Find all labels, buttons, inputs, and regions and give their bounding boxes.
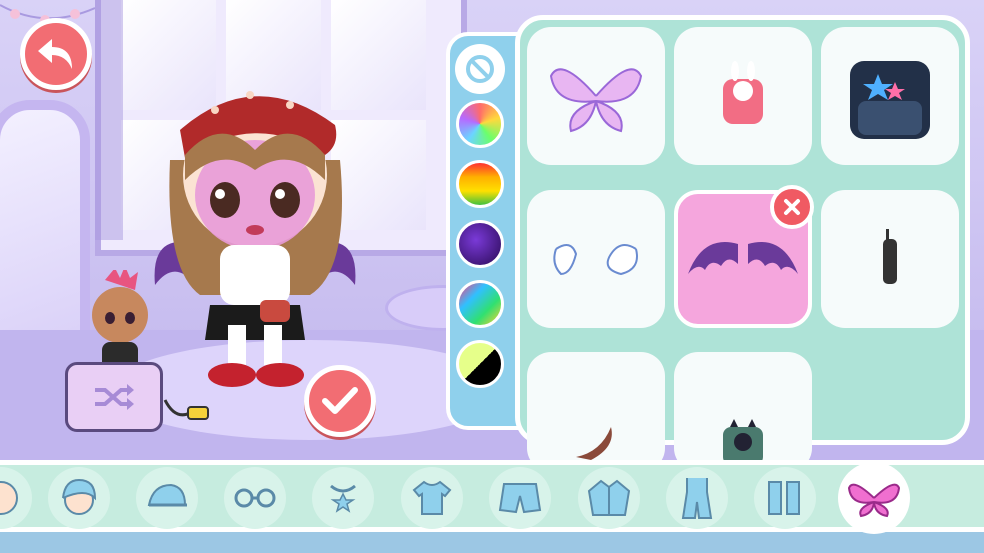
reset-icon [466,55,494,83]
jacket-icon [587,479,631,516]
back-button[interactable] [20,18,92,90]
item-bunny-backpack[interactable] [674,27,812,165]
item-fairy-wings[interactable] [527,27,665,165]
bunny-backpack-icon [723,61,763,124]
swatch-galaxy-purple[interactable] [456,220,504,268]
tab-necklace[interactable] [312,467,374,529]
item-cat-backpack[interactable] [674,352,812,472]
waist-pouch-icon [883,229,897,284]
tab-jacket[interactable] [578,467,640,529]
wings-icon [847,483,901,518]
swatch-rainbow-light[interactable] [456,100,504,148]
randomize-button[interactable] [65,362,163,432]
item-angel-wings[interactable] [527,190,665,328]
swatch-rainbow-warm[interactable] [456,160,504,208]
face-icon [0,481,18,515]
confirm-button[interactable] [304,365,376,437]
tab-hair[interactable] [48,467,110,529]
swatch-lime-black[interactable] [456,340,504,388]
tab-shorts[interactable] [489,467,551,529]
tab-wings[interactable] [838,462,910,534]
bat-wings-icon [688,242,798,274]
cap-icon [147,483,187,507]
necklace-icon [330,484,356,513]
remove-item-button[interactable] [770,185,814,229]
tab-boots[interactable] [754,467,816,529]
boots-icon [768,481,800,515]
tab-hat[interactable] [136,467,198,529]
item-waist-pouch[interactable] [821,190,959,328]
overalls-icon [681,478,713,519]
angel-wings-icon [553,244,638,276]
bottom-strip [0,532,984,553]
shuffle-icon [95,384,134,410]
reset-color-button[interactable] [455,44,505,94]
star-backpack-icon [850,61,930,139]
swatch-rainbow-cool[interactable] [456,280,504,328]
tshirt-icon [412,480,452,515]
tab-overalls[interactable] [666,467,728,529]
back-arrow-icon [38,39,72,69]
checkmark-icon [322,387,358,414]
tail-icon [576,427,612,460]
crank-handle [163,399,209,420]
tab-glasses[interactable] [224,467,286,529]
item-tail[interactable] [527,352,665,472]
glasses-icon [234,488,276,508]
shorts-icon [498,483,542,514]
hair-icon [62,478,97,515]
avatar-character [154,91,356,387]
curtain-left [95,0,123,240]
tab-top[interactable] [401,467,463,529]
fairy-wings-icon [549,68,643,133]
item-star-backpack[interactable] [821,27,959,165]
close-icon [784,199,800,215]
